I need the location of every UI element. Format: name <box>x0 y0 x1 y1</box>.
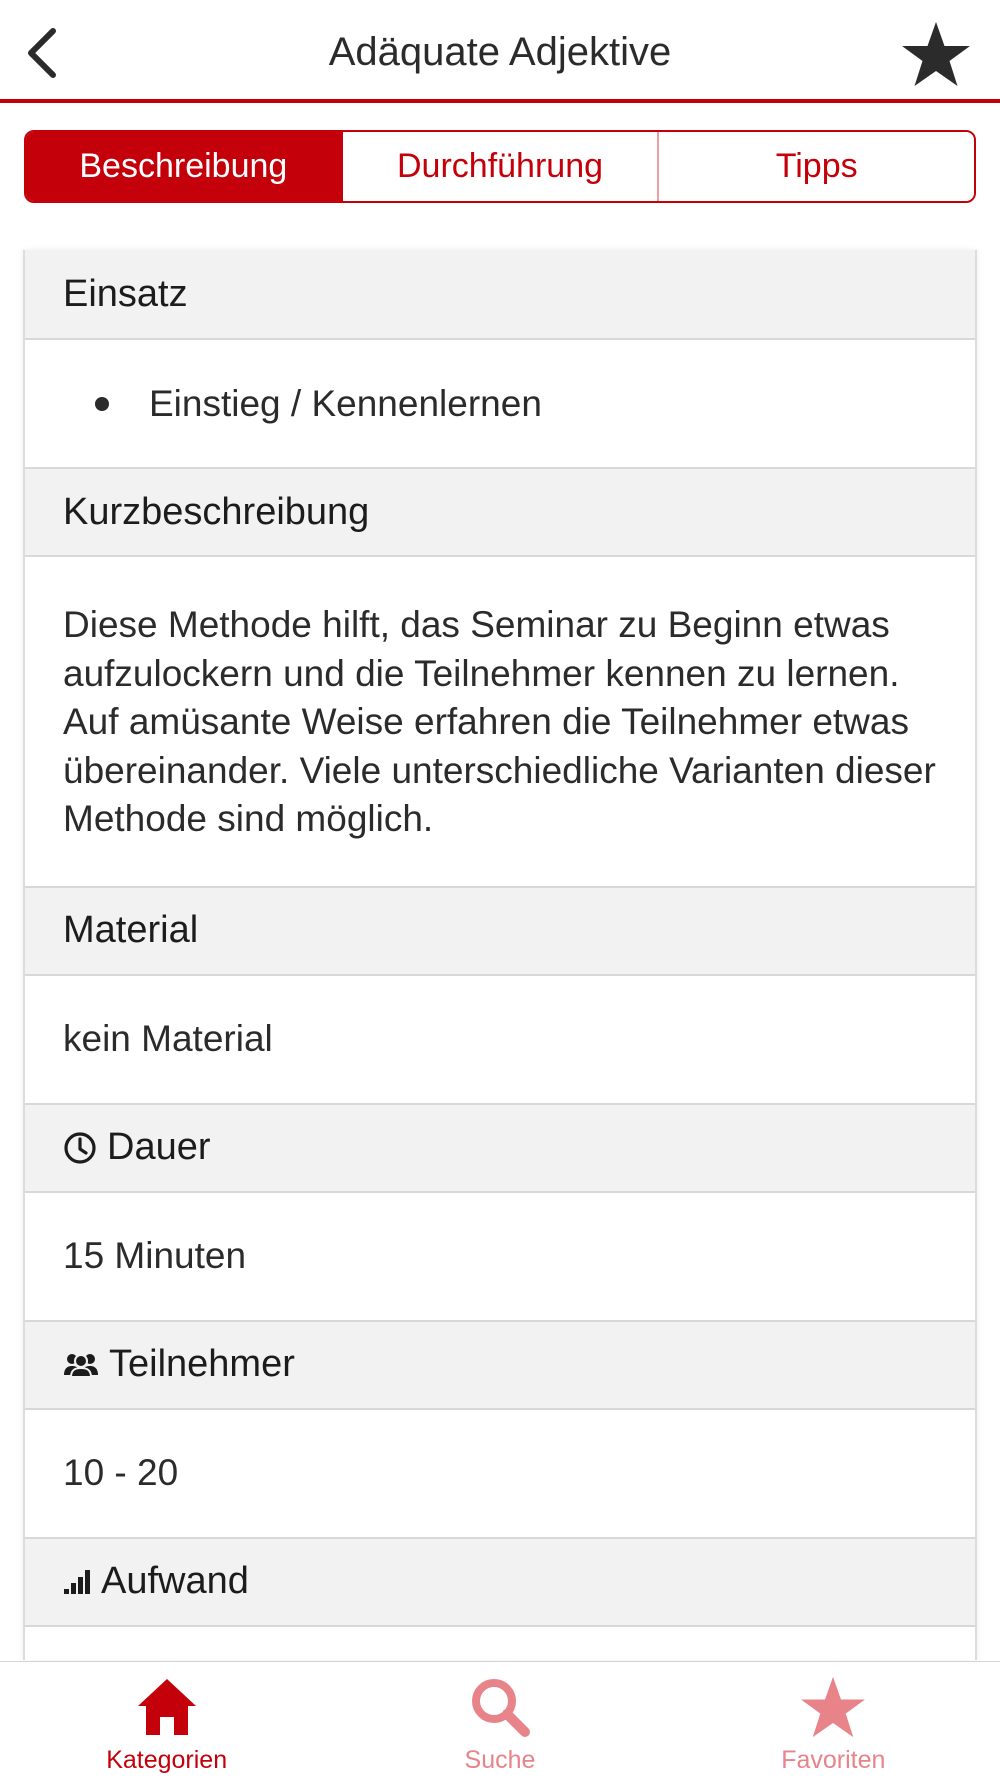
tab-label: Suche <box>464 1746 536 1774</box>
section-title: Material <box>63 909 199 951</box>
segment-tipps[interactable]: Tipps <box>659 132 974 201</box>
tab-label: Kategorien <box>106 1746 228 1774</box>
tab-suche[interactable]: Suche <box>333 1662 666 1778</box>
section-header-kurzbeschreibung: Kurzbeschreibung <box>25 467 975 557</box>
section-title: Einsatz <box>63 272 188 315</box>
chevron-left-icon <box>28 28 56 78</box>
section-body-material: kein Material <box>25 975 975 1103</box>
page-title: Adäquate Adjektive <box>328 30 672 74</box>
section-body-kurzbeschreibung: Diese Methode hilft, das Seminar zu Begi… <box>25 557 975 886</box>
home-icon <box>136 1674 198 1740</box>
section-title: Dauer <box>107 1126 211 1168</box>
material-value: kein Material <box>63 1018 273 1059</box>
tab-kategorien[interactable]: Kategorien <box>0 1662 333 1778</box>
duration-value: 15 Minuten <box>63 1235 247 1276</box>
navigation-bar: Adäquate Adjektive <box>0 0 1000 103</box>
section-title: Aufwand <box>101 1560 249 1602</box>
bullet-icon <box>95 396 109 411</box>
signal-bars-icon <box>63 1569 91 1595</box>
clock-icon <box>63 1131 97 1165</box>
search-icon <box>469 1674 531 1740</box>
tab-label: Favoriten <box>781 1746 886 1774</box>
section-header-aufwand: Aufwand <box>25 1536 975 1627</box>
section-header-teilnehmer: Teilnehmer <box>25 1319 975 1410</box>
segment-durchfuehrung[interactable]: Durchführung <box>342 132 660 201</box>
segment-beschreibung[interactable]: Beschreibung <box>26 132 343 201</box>
star-icon <box>902 22 970 86</box>
section-body-teilnehmer: 10 - 20 <box>25 1409 975 1537</box>
people-icon <box>63 1351 99 1379</box>
segmented-control: Beschreibung Durchführung Tipps <box>24 130 976 203</box>
section-body-dauer: 15 Minuten <box>25 1192 975 1320</box>
method-details-card: Einsatz Einstieg / Kennenlernen Kurzbesc… <box>23 250 977 1660</box>
section-header-material: Material <box>25 885 975 976</box>
star-icon <box>798 1674 868 1740</box>
tab-bar: Kategorien Suche Favoriten <box>0 1661 1000 1778</box>
favorite-button[interactable] <box>896 16 976 92</box>
section-title: Teilnehmer <box>109 1343 295 1385</box>
participants-value: 10 - 20 <box>63 1452 179 1493</box>
section-title: Kurzbeschreibung <box>63 490 370 533</box>
section-header-einsatz: Einsatz <box>25 250 975 340</box>
section-header-dauer: Dauer <box>25 1102 975 1193</box>
list-item: Einstieg / Kennenlernen <box>149 382 542 424</box>
back-button[interactable] <box>14 22 70 84</box>
tab-favoriten[interactable]: Favoriten <box>667 1662 1000 1778</box>
section-body-einsatz: Einstieg / Kennenlernen <box>25 340 975 467</box>
